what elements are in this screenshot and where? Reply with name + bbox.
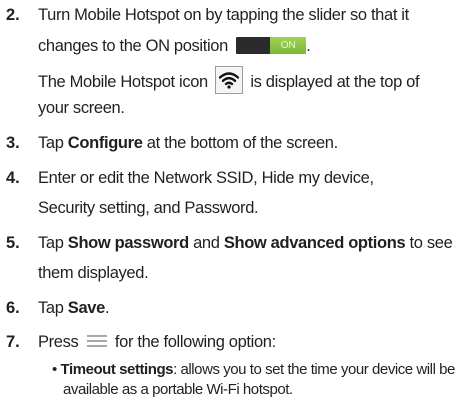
step-6-line: Tap Save. bbox=[38, 297, 110, 319]
step-2-line-3-end: is displayed at the top of bbox=[250, 73, 420, 91]
step-2-line-3: The Mobile Hotspot icon is displayed at … bbox=[38, 66, 420, 94]
step-3-text-end: at the bottom of the screen. bbox=[142, 134, 338, 152]
step-6-text: Tap bbox=[38, 299, 68, 317]
configure-label: Configure bbox=[67, 134, 143, 152]
step-3-text: Tap bbox=[38, 134, 68, 152]
step-5-line-2: them displayed. bbox=[38, 264, 149, 282]
step-7-text-end: for the following option: bbox=[114, 333, 276, 351]
on-off-toggle-icon: ON bbox=[236, 37, 307, 54]
timeout-settings-line-2: available as a portable Wi-Fi hotspot. bbox=[63, 381, 293, 398]
step-3-line: Tap Configure at the bottom of the scree… bbox=[38, 132, 338, 154]
show-advanced-options-label: Show advanced options bbox=[223, 234, 406, 252]
step-4-line-2: Security setting, and Password. bbox=[38, 199, 259, 217]
step-2-line-2: changes to the ON position ON. bbox=[38, 35, 311, 57]
step-4-number: 4. bbox=[6, 169, 20, 187]
step-7-number: 7. bbox=[6, 333, 20, 351]
step-7-text: Press bbox=[38, 333, 79, 351]
bullet-symbol: • bbox=[52, 361, 57, 378]
step-3-number: 3. bbox=[6, 134, 20, 152]
step-6-text-end: . bbox=[104, 299, 110, 317]
step-5-text-middle: and bbox=[188, 234, 224, 252]
step-6-number: 6. bbox=[6, 299, 20, 317]
step-2-line-2-text: changes to the ON position bbox=[38, 37, 228, 55]
toggle-on-label: ON bbox=[270, 37, 307, 54]
instruction-document: 2. Turn Mobile Hotspot on by tapping the… bbox=[0, 0, 472, 399]
wifi-hotspot-icon bbox=[215, 66, 244, 94]
step-2-line-1: Turn Mobile Hotspot on by tapping the sl… bbox=[38, 6, 409, 24]
step-7-line: Press for the following option: bbox=[38, 331, 276, 353]
timeout-settings-description: : allows you to set the time your device… bbox=[173, 361, 455, 378]
menu-key-icon bbox=[86, 335, 107, 347]
timeout-settings-bullet: • Timeout settings: allows you to set th… bbox=[52, 360, 455, 380]
save-label: Save bbox=[67, 299, 105, 317]
show-password-label: Show password bbox=[67, 234, 189, 252]
step-5-text-end: to see bbox=[405, 234, 453, 252]
step-2-number: 2. bbox=[6, 6, 20, 24]
step-5-number: 5. bbox=[6, 234, 20, 252]
step-5-line-1: Tap Show password and Show advanced opti… bbox=[38, 232, 453, 254]
step-4-line-1: Enter or edit the Network SSID, Hide my … bbox=[38, 169, 374, 187]
timeout-settings-label: Timeout settings bbox=[60, 361, 174, 378]
step-2-line-3-text: The Mobile Hotspot icon bbox=[38, 73, 208, 91]
step-5-text: Tap bbox=[38, 234, 68, 252]
step-2-line-4: your screen. bbox=[38, 99, 125, 117]
step-2-line-2-end: . bbox=[306, 37, 311, 55]
